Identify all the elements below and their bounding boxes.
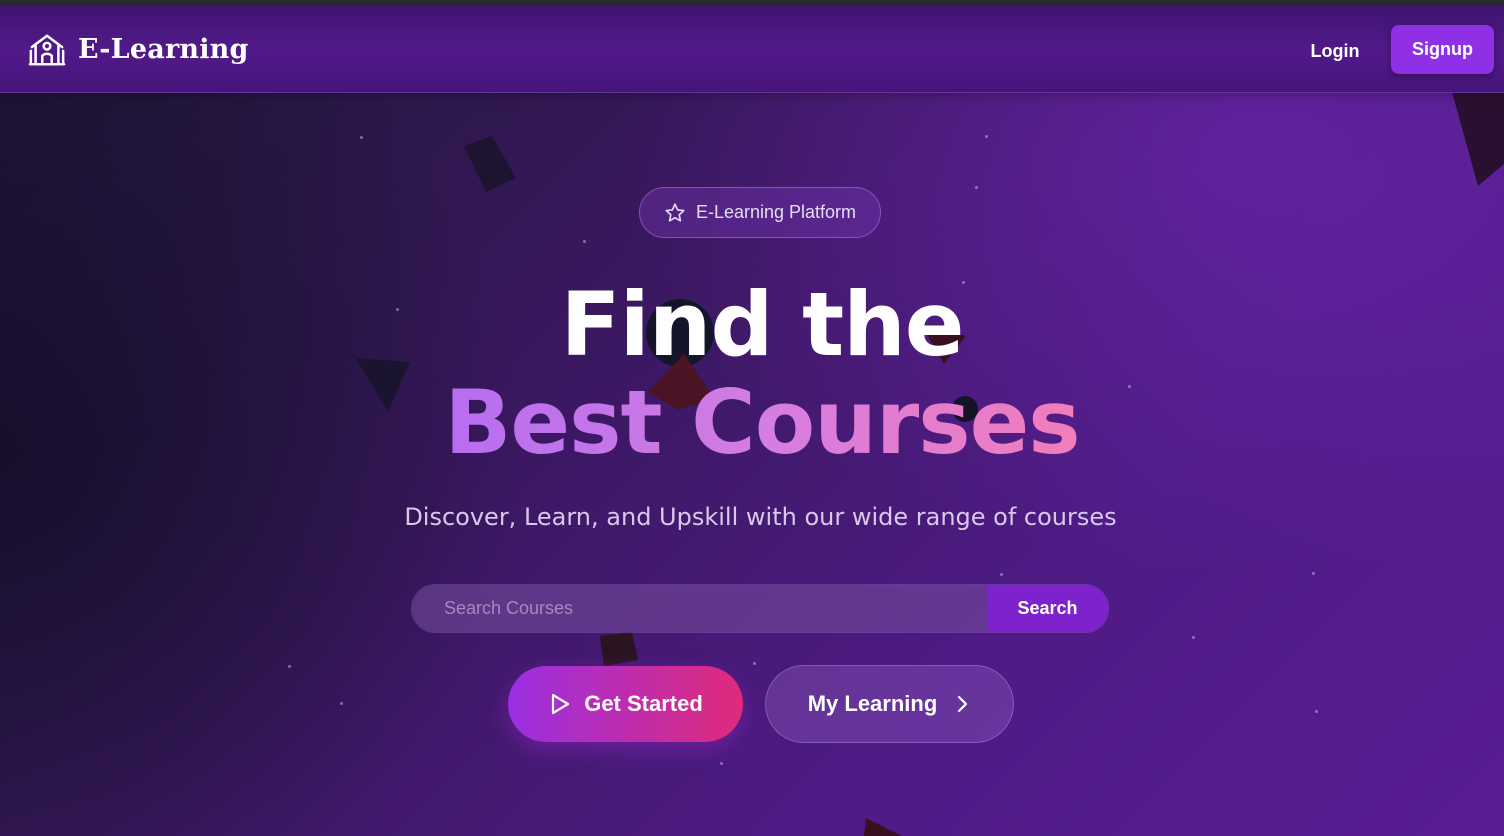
- floating-bottom-shape: [864, 818, 902, 836]
- brand-logo[interactable]: E-Learning: [28, 30, 249, 68]
- star-dot: [1192, 636, 1195, 639]
- star-icon: [665, 202, 685, 222]
- star-dot: [360, 136, 363, 139]
- star-dot: [340, 702, 343, 705]
- get-started-label: Get Started: [584, 691, 703, 716]
- landing-page: E-Learning Login Signup E-Learning Platf…: [0, 0, 1504, 836]
- hero-title-line-1: Find the: [560, 273, 965, 376]
- my-learning-button[interactable]: My Learning: [765, 665, 1014, 743]
- star-dot: [288, 665, 291, 668]
- brand-name: E-Learning: [78, 33, 249, 65]
- top-navbar: E-Learning Login Signup: [0, 6, 1504, 93]
- play-icon: [552, 693, 570, 715]
- badge-label: E-Learning Platform: [695, 202, 857, 222]
- search-input[interactable]: [412, 585, 987, 632]
- school-building-icon: [28, 34, 66, 66]
- floating-corner-shape: [1452, 92, 1504, 186]
- signup-button[interactable]: Signup: [1391, 25, 1494, 74]
- login-button[interactable]: Login: [1296, 33, 1374, 69]
- floating-block-shape: [600, 632, 638, 666]
- get-started-button[interactable]: Get Started: [508, 666, 743, 742]
- star-dot: [985, 135, 988, 138]
- search-button[interactable]: Search: [987, 585, 1108, 632]
- platform-badge: E-Learning Platform: [639, 187, 881, 238]
- star-dot: [720, 762, 723, 765]
- chevron-right-icon: [958, 695, 968, 713]
- star-dot: [1315, 710, 1318, 713]
- star-dot: [1000, 573, 1003, 576]
- star-dot: [1312, 572, 1315, 575]
- my-learning-label: My Learning: [807, 691, 938, 716]
- floating-cube-shape: [464, 136, 516, 192]
- hero-title-line-2: Best Courses: [0, 368, 1504, 478]
- course-search-bar: Search: [411, 584, 1109, 633]
- star-dot: [583, 240, 586, 243]
- star-dot: [753, 662, 756, 665]
- hero-title-gradient-text: Best Courses: [444, 371, 1080, 474]
- star-dot: [975, 186, 978, 189]
- hero-subtitle: Discover, Learn, and Upskill with our wi…: [404, 503, 1117, 531]
